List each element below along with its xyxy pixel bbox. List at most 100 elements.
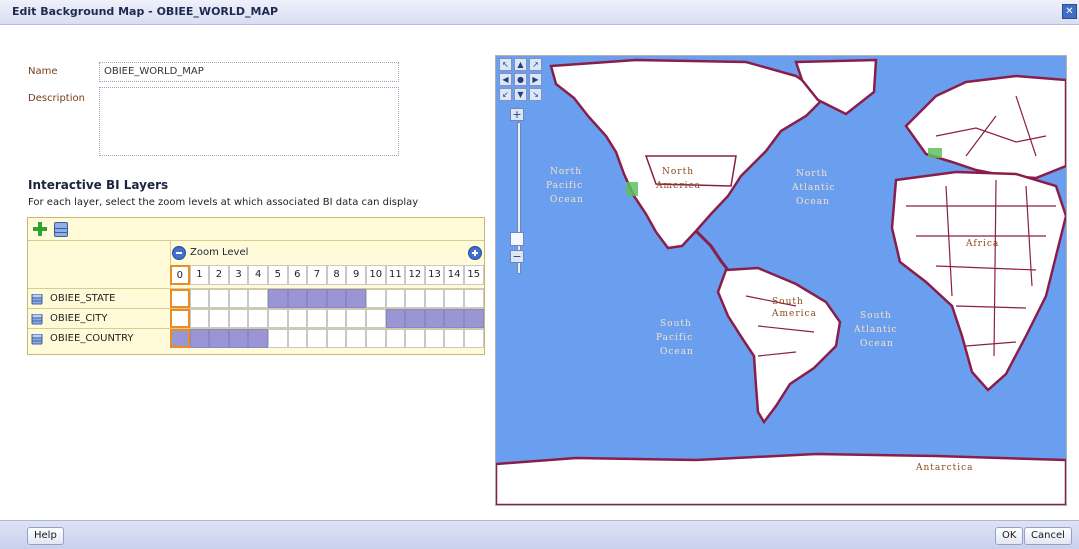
close-icon[interactable]: ✕ [1062,4,1077,19]
cancel-button[interactable]: Cancel [1024,527,1072,545]
zoom-level-cell[interactable] [228,329,249,348]
zoom-level-cell[interactable] [385,309,406,328]
layers-table: Zoom Level 0 1 2 3 4 5 6 7 8 9 10 11 12 13 14 15 OBIEE_… [27,217,485,355]
add-layer-icon[interactable] [32,221,48,237]
pan-east-icon[interactable]: ▶ [529,73,542,86]
zoom-level-cell[interactable] [463,309,484,328]
zoom-level-3[interactable]: 3 [228,265,249,285]
zoom-level-cell[interactable] [209,309,229,328]
zoom-level-cell[interactable] [248,329,268,348]
zoom-level-cell[interactable] [463,289,484,308]
zoom-level-13[interactable]: 13 [424,265,445,285]
pan-south-icon[interactable]: ▼ [514,88,527,101]
zoom-level-cells [170,289,484,308]
pan-southwest-icon[interactable]: ↙ [499,88,512,101]
zoom-level-cell[interactable] [267,309,288,328]
zoom-level-cell[interactable] [326,329,347,348]
zoom-level-cell[interactable] [228,309,249,328]
zoom-level-cell[interactable] [346,289,366,308]
zoom-level-cell[interactable] [326,309,347,328]
zoom-level-cell[interactable] [248,309,268,328]
zoom-level-cell[interactable] [170,329,190,348]
zoom-level-cell[interactable] [365,309,386,328]
zoom-level-cell[interactable] [424,329,445,348]
zoom-level-cell[interactable] [444,289,464,308]
zoom-level-cell[interactable] [424,289,445,308]
zoom-out-icon[interactable] [172,246,186,260]
layer-icon [31,333,43,345]
layers-icon[interactable] [53,221,69,237]
zoom-level-cell[interactable] [189,289,210,308]
map-zoom-out-icon[interactable]: − [510,250,524,263]
zoom-level-cell[interactable] [424,309,445,328]
zoom-level-cell[interactable] [444,329,464,348]
zoom-level-0[interactable]: 0 [170,265,190,285]
zoom-level-cell[interactable] [405,309,425,328]
zoom-level-8[interactable]: 8 [326,265,347,285]
pan-southeast-icon[interactable]: ↘ [529,88,542,101]
zoom-level-cell[interactable] [287,289,308,308]
layer-name[interactable]: OBIEE_STATE [28,289,169,308]
zoom-level-cell[interactable] [405,329,425,348]
zoom-level-label: Zoom Level [190,247,249,258]
zoom-level-cell[interactable] [405,289,425,308]
zoom-level-cell[interactable] [444,309,464,328]
map-zoom-in-icon[interactable]: + [510,108,524,121]
zoom-level-5[interactable]: 5 [267,265,288,285]
pan-northwest-icon[interactable]: ↖ [499,58,512,71]
zoom-level-2[interactable]: 2 [209,265,229,285]
layer-name[interactable]: OBIEE_COUNTRY [28,329,169,348]
zoom-level-cell[interactable] [346,309,366,328]
zoom-level-14[interactable]: 14 [444,265,464,285]
zoom-level-cell[interactable] [307,289,327,308]
zoom-level-cell[interactable] [463,329,484,348]
zoom-level-cell[interactable] [365,329,386,348]
zoom-level-12[interactable]: 12 [405,265,425,285]
ok-button[interactable]: OK [995,527,1024,545]
zoom-level-9[interactable]: 9 [346,265,366,285]
zoom-level-cell[interactable] [326,289,347,308]
map-canvas: North Pacific Ocean North America North … [496,56,1066,505]
layer-row: OBIEE_CITY [28,308,484,329]
zoom-level-7[interactable]: 7 [307,265,327,285]
zoom-level-cell[interactable] [346,329,366,348]
pan-west-icon[interactable]: ◀ [499,73,512,86]
map-zoom-thumb[interactable] [510,232,524,246]
zoom-level-cell[interactable] [307,309,327,328]
zoom-level-15[interactable]: 15 [463,265,484,285]
layer-name[interactable]: OBIEE_CITY [28,309,169,328]
zoom-level-cell[interactable] [365,289,386,308]
map-label-north-america: North [662,167,694,177]
description-field[interactable] [99,87,399,156]
world-map[interactable]: North Pacific Ocean North America North … [495,55,1067,506]
zoom-level-11[interactable]: 11 [385,265,406,285]
zoom-level-cell[interactable] [209,329,229,348]
help-button[interactable]: Help [27,527,64,545]
zoom-level-cell[interactable] [170,289,190,308]
zoom-level-cell[interactable] [267,289,288,308]
name-field[interactable]: OBIEE_WORLD_MAP [99,62,399,82]
zoom-level-4[interactable]: 4 [248,265,268,285]
zoom-level-cell[interactable] [170,309,190,328]
pan-center-icon[interactable]: ● [514,73,527,86]
zoom-level-cell[interactable] [189,329,210,348]
zoom-level-10[interactable]: 10 [365,265,386,285]
description-label: Description [28,93,85,104]
zoom-level-cell[interactable] [248,289,268,308]
zoom-level-cell[interactable] [209,289,229,308]
zoom-level-cell[interactable] [189,309,210,328]
zoom-in-icon[interactable] [468,246,482,260]
zoom-level-cell[interactable] [287,329,308,348]
zoom-level-cell[interactable] [385,289,406,308]
pan-northeast-icon[interactable]: ↗ [529,58,542,71]
zoom-level-cells [170,309,484,328]
zoom-level-1[interactable]: 1 [189,265,210,285]
zoom-level-cell[interactable] [267,329,288,348]
zoom-level-cell[interactable] [307,329,327,348]
zoom-level-cell[interactable] [287,309,308,328]
pan-north-icon[interactable]: ▲ [514,58,527,71]
zoom-level-6[interactable]: 6 [287,265,308,285]
map-label-south-pacific: South [660,319,692,329]
zoom-level-cell[interactable] [385,329,406,348]
zoom-level-cell[interactable] [228,289,249,308]
